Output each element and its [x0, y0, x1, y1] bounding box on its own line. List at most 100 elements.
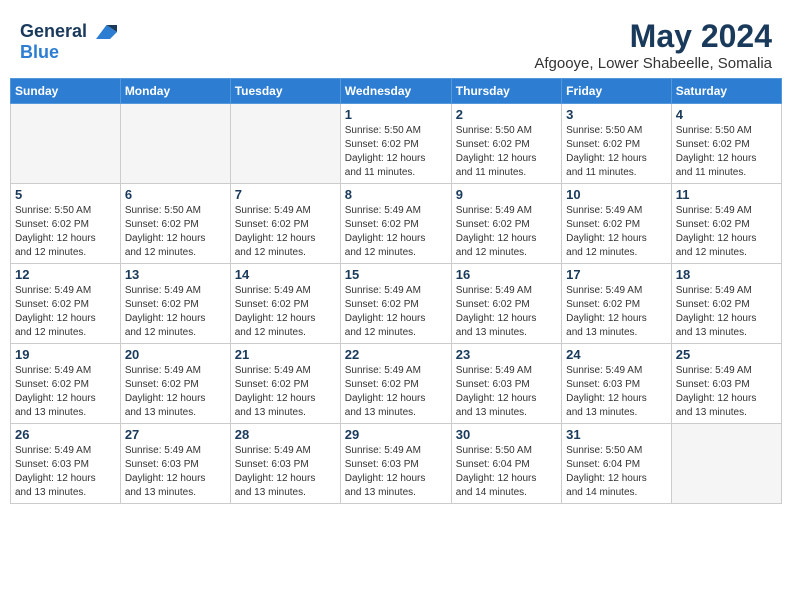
day-number: 1 [345, 107, 447, 122]
day-number: 7 [235, 187, 336, 202]
day-number: 14 [235, 267, 336, 282]
day-number: 29 [345, 427, 447, 442]
weekday-header-thursday: Thursday [451, 79, 561, 104]
calendar-cell [230, 104, 340, 184]
calendar-cell [120, 104, 230, 184]
calendar-cell: 5 Sunrise: 5:50 AM Sunset: 6:02 PM Daylig… [11, 184, 121, 264]
day-number: 19 [15, 347, 116, 362]
calendar-cell: 11 Sunrise: 5:49 AM Sunset: 6:02 PM Dayli… [671, 184, 781, 264]
day-number: 26 [15, 427, 116, 442]
day-info: Sunrise: 5:50 AM Sunset: 6:04 PM Dayligh… [566, 444, 667, 500]
day-number: 5 [15, 187, 116, 202]
day-info: Sunrise: 5:49 AM Sunset: 6:03 PM Dayligh… [345, 444, 447, 500]
week-row-4: 19 Sunrise: 5:49 AM Sunset: 6:02 PM Dayli… [11, 344, 782, 424]
calendar-cell: 9 Sunrise: 5:49 AM Sunset: 6:02 PM Daylig… [451, 184, 561, 264]
calendar-cell: 17Sunrise: 5:49 AM Sunset: 6:02 PM Dayli… [562, 264, 672, 344]
calendar-cell: 21Sunrise: 5:49 AM Sunset: 6:02 PM Dayli… [230, 344, 340, 424]
calendar-cell: 29 Sunrise: 5:49 AM Sunset: 6:03 PM Dayli… [340, 424, 451, 504]
day-info: Sunrise: 5:49 AM Sunset: 6:02 PM Dayligh… [235, 284, 336, 340]
day-number: 2 [456, 107, 557, 122]
day-info: Sunrise: 5:49 AM Sunset: 6:03 PM Dayligh… [235, 444, 336, 500]
day-number: 24 [566, 347, 667, 362]
day-info: Sunrise: 5:50 AM Sunset: 6:02 PM Dayligh… [125, 204, 226, 260]
calendar-cell: 22 Sunrise: 5:49 AM Sunset: 6:02 PM Dayli… [340, 344, 451, 424]
month-title: May 2024 [534, 18, 772, 55]
day-number: 17 [566, 267, 667, 282]
weekday-header-tuesday: Tuesday [230, 79, 340, 104]
day-info: Sunrise: 5:50 AM Sunset: 6:02 PM Dayligh… [676, 124, 777, 180]
calendar-cell: 14 Sunrise: 5:49 AM Sunset: 6:02 PM Dayli… [230, 264, 340, 344]
day-number: 20 [125, 347, 226, 362]
day-info: Sunrise: 5:49 AM Sunset: 6:02 PM Dayligh… [125, 364, 226, 420]
week-row-5: 26 Sunrise: 5:49 AM Sunset: 6:03 PM Dayli… [11, 424, 782, 504]
day-info: Sunrise: 5:49 AM Sunset: 6:02 PM Dayligh… [345, 204, 447, 260]
calendar-cell: 15 Sunrise: 5:49 AM Sunset: 6:02 PM Dayli… [340, 264, 451, 344]
calendar-cell: 3Sunrise: 5:50 AM Sunset: 6:02 PM Daylig… [562, 104, 672, 184]
day-info: Sunrise: 5:49 AM Sunset: 6:02 PM Dayligh… [676, 204, 777, 260]
week-row-2: 5 Sunrise: 5:50 AM Sunset: 6:02 PM Daylig… [11, 184, 782, 264]
calendar-cell: 24 Sunrise: 5:49 AM Sunset: 6:03 PM Dayli… [562, 344, 672, 424]
day-number: 4 [676, 107, 777, 122]
calendar-cell: 1Sunrise: 5:50 AM Sunset: 6:02 PM Daylig… [340, 104, 451, 184]
calendar-cell: 10 Sunrise: 5:49 AM Sunset: 6:02 PM Dayli… [562, 184, 672, 264]
day-info: Sunrise: 5:49 AM Sunset: 6:02 PM Dayligh… [345, 364, 447, 420]
calendar-cell: 26 Sunrise: 5:49 AM Sunset: 6:03 PM Dayli… [11, 424, 121, 504]
day-info: Sunrise: 5:49 AM Sunset: 6:02 PM Dayligh… [456, 284, 557, 340]
calendar-cell: 27 Sunrise: 5:49 AM Sunset: 6:03 PM Dayli… [120, 424, 230, 504]
title-block: May 2024 Afgooye, Lower Shabeelle, Somal… [534, 18, 772, 72]
calendar-cell: 18Sunrise: 5:49 AM Sunset: 6:02 PM Dayli… [671, 264, 781, 344]
day-info: Sunrise: 5:50 AM Sunset: 6:02 PM Dayligh… [456, 124, 557, 180]
day-info: Sunrise: 5:49 AM Sunset: 6:02 PM Dayligh… [125, 284, 226, 340]
day-number: 27 [125, 427, 226, 442]
calendar-cell [671, 424, 781, 504]
day-info: Sunrise: 5:50 AM Sunset: 6:02 PM Dayligh… [566, 124, 667, 180]
calendar-cell: 19Sunrise: 5:49 AM Sunset: 6:02 PM Dayli… [11, 344, 121, 424]
weekday-header-wednesday: Wednesday [340, 79, 451, 104]
calendar-cell: 28Sunrise: 5:49 AM Sunset: 6:03 PM Dayli… [230, 424, 340, 504]
day-number: 8 [345, 187, 447, 202]
weekday-header-row: SundayMondayTuesdayWednesdayThursdayFrid… [11, 79, 782, 104]
day-number: 6 [125, 187, 226, 202]
day-info: Sunrise: 5:49 AM Sunset: 6:03 PM Dayligh… [456, 364, 557, 420]
day-number: 22 [345, 347, 447, 362]
calendar-cell: 7 Sunrise: 5:49 AM Sunset: 6:02 PM Daylig… [230, 184, 340, 264]
calendar-cell: 25Sunrise: 5:49 AM Sunset: 6:03 PM Dayli… [671, 344, 781, 424]
calendar-cell [11, 104, 121, 184]
calendar-cell: 31 Sunrise: 5:50 AM Sunset: 6:04 PM Dayli… [562, 424, 672, 504]
logo-text: General [20, 22, 87, 42]
day-number: 11 [676, 187, 777, 202]
day-number: 12 [15, 267, 116, 282]
day-info: Sunrise: 5:49 AM Sunset: 6:03 PM Dayligh… [15, 444, 116, 500]
day-info: Sunrise: 5:50 AM Sunset: 6:02 PM Dayligh… [15, 204, 116, 260]
calendar-table: SundayMondayTuesdayWednesdayThursdayFrid… [10, 78, 782, 504]
day-info: Sunrise: 5:49 AM Sunset: 6:02 PM Dayligh… [235, 204, 336, 260]
weekday-header-monday: Monday [120, 79, 230, 104]
day-info: Sunrise: 5:49 AM Sunset: 6:02 PM Dayligh… [15, 284, 116, 340]
weekday-header-friday: Friday [562, 79, 672, 104]
calendar-cell: 12 Sunrise: 5:49 AM Sunset: 6:02 PM Dayli… [11, 264, 121, 344]
day-number: 31 [566, 427, 667, 442]
day-number: 18 [676, 267, 777, 282]
calendar-cell: 23 Sunrise: 5:49 AM Sunset: 6:03 PM Dayli… [451, 344, 561, 424]
weekday-header-saturday: Saturday [671, 79, 781, 104]
day-number: 25 [676, 347, 777, 362]
logo-icon [89, 18, 117, 46]
day-number: 13 [125, 267, 226, 282]
day-number: 23 [456, 347, 557, 362]
day-info: Sunrise: 5:49 AM Sunset: 6:02 PM Dayligh… [456, 204, 557, 260]
day-info: Sunrise: 5:49 AM Sunset: 6:03 PM Dayligh… [125, 444, 226, 500]
day-info: Sunrise: 5:49 AM Sunset: 6:02 PM Dayligh… [345, 284, 447, 340]
calendar-cell: 16 Sunrise: 5:49 AM Sunset: 6:02 PM Dayli… [451, 264, 561, 344]
day-number: 21 [235, 347, 336, 362]
day-info: Sunrise: 5:49 AM Sunset: 6:03 PM Dayligh… [566, 364, 667, 420]
week-row-3: 12 Sunrise: 5:49 AM Sunset: 6:02 PM Dayli… [11, 264, 782, 344]
day-number: 30 [456, 427, 557, 442]
day-number: 15 [345, 267, 447, 282]
week-row-1: 1 Sunrise: 5:50 AM Sunset: 6:02 PM Daylig… [11, 104, 782, 184]
calendar-cell: 13 Sunrise: 5:49 AM Sunset: 6:02 PM Dayli… [120, 264, 230, 344]
day-number: 10 [566, 187, 667, 202]
day-number: 16 [456, 267, 557, 282]
day-number: 9 [456, 187, 557, 202]
weekday-header-sunday: Sunday [11, 79, 121, 104]
day-info: Sunrise: 5:49 AM Sunset: 6:02 PM Dayligh… [566, 204, 667, 260]
